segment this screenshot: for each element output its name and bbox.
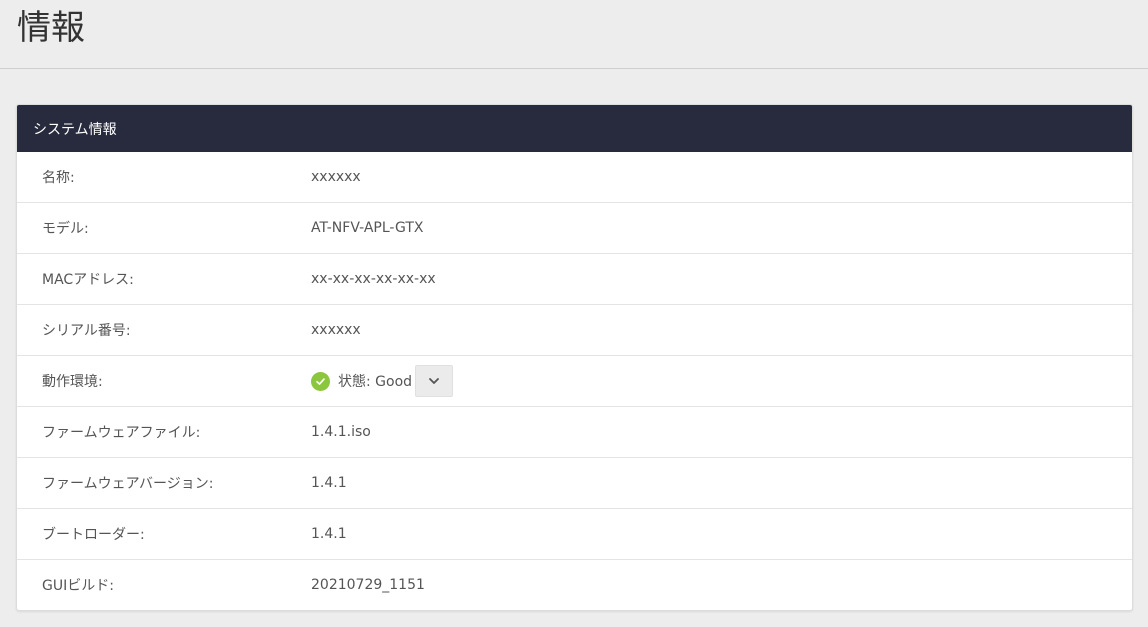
info-value: 20210729_1151 xyxy=(311,577,425,593)
info-row-mac: MACアドレス: xx-xx-xx-xx-xx-xx xyxy=(17,254,1132,305)
status-text: 状態: Good xyxy=(338,374,413,390)
info-label: MACアドレス: xyxy=(42,272,134,288)
info-row-model: モデル: AT-NFV-APL-GTX xyxy=(17,203,1132,254)
system-info-panel: システム情報 名称: xxxxxx モデル: AT-NFV-APL-GTX MA… xyxy=(16,104,1133,611)
info-row-serial: シリアル番号: xxxxxx xyxy=(17,305,1132,356)
info-row-environment: 動作環境: 状態: Good xyxy=(17,356,1132,407)
check-circle-icon xyxy=(311,371,330,391)
info-label: 名称: xyxy=(42,170,75,186)
info-row-firmware-file: ファームウェアファイル: 1.4.1.iso xyxy=(17,407,1132,458)
expand-status-button[interactable] xyxy=(415,365,454,397)
info-value: xxxxxx xyxy=(311,169,361,185)
info-row-name: 名称: xxxxxx xyxy=(17,152,1132,203)
info-row-bootloader: ブートローダー: 1.4.1 xyxy=(17,509,1132,560)
chevron-down-icon xyxy=(429,378,439,384)
panel-header: システム情報 xyxy=(17,105,1132,152)
info-value: AT-NFV-APL-GTX xyxy=(311,220,424,236)
info-value: xxxxxx xyxy=(311,322,361,338)
environment-status: 状態: Good xyxy=(311,365,454,397)
info-value: xx-xx-xx-xx-xx-xx xyxy=(311,271,436,287)
info-row-firmware-version: ファームウェアバージョン: 1.4.1 xyxy=(17,458,1132,509)
info-value: 1.4.1 xyxy=(311,475,347,491)
info-label: 動作環境: xyxy=(42,374,103,390)
panel-title: システム情報 xyxy=(33,121,117,138)
info-row-gui-build: GUIビルド: 20210729_1151 xyxy=(17,560,1132,610)
info-label: ブートローダー: xyxy=(42,527,145,543)
info-value: 1.4.1.iso xyxy=(311,424,371,440)
page-title: 情報 xyxy=(17,8,85,48)
info-label: ファームウェアバージョン: xyxy=(42,476,214,492)
page-header: 情報 xyxy=(0,0,1148,69)
info-label: GUIビルド: xyxy=(42,578,114,594)
info-label: シリアル番号: xyxy=(42,323,131,339)
info-label: ファームウェアファイル: xyxy=(42,425,201,441)
info-value: 1.4.1 xyxy=(311,526,347,542)
info-label: モデル: xyxy=(42,221,89,237)
